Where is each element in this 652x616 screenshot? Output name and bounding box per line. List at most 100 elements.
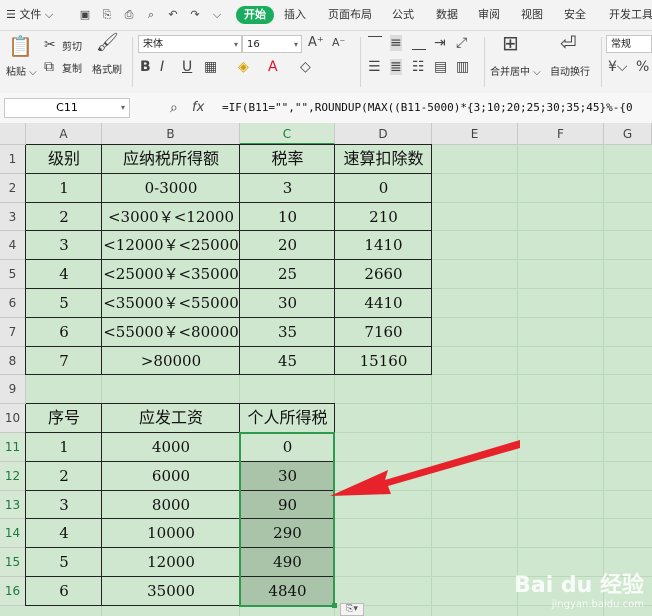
- paste-button[interactable]: 粘贴 ⌵: [6, 63, 37, 78]
- cell-B3[interactable]: <3000￥<12000: [102, 203, 240, 232]
- column-header-G[interactable]: G: [604, 123, 652, 145]
- wrap-text-icon[interactable]: ⏎: [560, 33, 577, 53]
- cell-B11[interactable]: 4000: [102, 433, 240, 462]
- print-preview-icon[interactable]: ⌕: [144, 8, 158, 22]
- menu-file[interactable]: ☰ 文件 ⌵: [6, 0, 53, 30]
- export-pdf-icon[interactable]: ⎘: [100, 8, 114, 22]
- fx-icon[interactable]: fx: [192, 100, 204, 116]
- align-center-icon[interactable]: ≣: [390, 59, 402, 75]
- tab-formulas[interactable]: 公式: [392, 0, 414, 30]
- number-format-select[interactable]: 常规: [606, 35, 652, 53]
- row-header-1[interactable]: 1: [0, 145, 26, 174]
- redo-icon[interactable]: ↷: [188, 8, 202, 22]
- row-header-14[interactable]: 14: [0, 519, 26, 549]
- cell-A2[interactable]: 1: [26, 174, 102, 203]
- cell-B16[interactable]: 35000: [102, 577, 240, 606]
- cell-A16[interactable]: 6: [26, 577, 102, 606]
- increase-font-icon[interactable]: A⁺: [308, 35, 324, 51]
- cell-C14[interactable]: 290: [240, 519, 335, 549]
- cell-B7[interactable]: <55000￥<80000: [102, 318, 240, 347]
- select-all-corner[interactable]: [0, 123, 26, 145]
- cell-A3[interactable]: 2: [26, 203, 102, 232]
- scissors-icon[interactable]: ✂: [44, 37, 56, 53]
- tab-insert[interactable]: 插入: [284, 0, 306, 30]
- cell-A5[interactable]: 4: [26, 260, 102, 289]
- row-header-11[interactable]: 11: [0, 433, 26, 462]
- tab-data[interactable]: 数据: [436, 0, 458, 30]
- cell-D2[interactable]: 0: [335, 174, 432, 203]
- column-header-D[interactable]: D: [335, 123, 432, 145]
- cell-A8[interactable]: 7: [26, 347, 102, 376]
- cell-C15[interactable]: 490: [240, 548, 335, 577]
- font-color-icon[interactable]: A: [268, 59, 278, 75]
- cell-A1[interactable]: 级别: [26, 145, 102, 174]
- copy-icon[interactable]: ⧉: [44, 59, 54, 75]
- row-header-7[interactable]: 7: [0, 317, 26, 347]
- row-header-8[interactable]: 8: [0, 346, 26, 376]
- cell-D4[interactable]: 1410: [335, 231, 432, 260]
- print-icon[interactable]: ⎙: [122, 8, 136, 22]
- cell-D6[interactable]: 4410: [335, 289, 432, 318]
- cell-D8[interactable]: 15160: [335, 347, 432, 376]
- cell-C13[interactable]: 90: [240, 490, 335, 520]
- cell-B6[interactable]: <35000￥<55000: [102, 289, 240, 318]
- name-box[interactable]: C11 ▾: [4, 98, 130, 118]
- tab-security[interactable]: 安全: [564, 0, 586, 30]
- align-right-icon[interactable]: ☷: [412, 59, 425, 75]
- row-header-13[interactable]: 13: [0, 490, 26, 520]
- cell-A13[interactable]: 3: [26, 491, 102, 520]
- cell-B1[interactable]: 应纳税所得额: [102, 145, 240, 174]
- cell-C2[interactable]: 3: [240, 174, 335, 203]
- tab-page-layout[interactable]: 页面布局: [328, 0, 372, 30]
- column-header-B[interactable]: B: [102, 123, 240, 145]
- row-header-3[interactable]: 3: [0, 202, 26, 232]
- tab-review[interactable]: 审阅: [478, 0, 500, 30]
- row-header-16[interactable]: 16: [0, 577, 26, 606]
- row-header-9[interactable]: 9: [0, 375, 26, 405]
- tab-home[interactable]: 开始: [236, 6, 274, 24]
- paste-icon[interactable]: 📋: [8, 35, 33, 57]
- merge-icon[interactable]: ⊞: [502, 33, 519, 53]
- cell-B8[interactable]: >80000: [102, 347, 240, 376]
- cell-C4[interactable]: 20: [240, 231, 335, 260]
- row-header-12[interactable]: 12: [0, 461, 26, 491]
- cell-A6[interactable]: 5: [26, 289, 102, 318]
- cell-A4[interactable]: 3: [26, 231, 102, 260]
- cell-B13[interactable]: 8000: [102, 491, 240, 520]
- align-left-icon[interactable]: ☰: [368, 59, 381, 75]
- cell-D5[interactable]: 2660: [335, 260, 432, 289]
- cell-A14[interactable]: 4: [26, 519, 102, 548]
- percent-icon[interactable]: %: [636, 59, 649, 75]
- copy-button[interactable]: 复制: [62, 60, 82, 75]
- format-painter-button[interactable]: 格式刷: [92, 61, 122, 76]
- cell-A11[interactable]: 1: [26, 433, 102, 462]
- cell-B2[interactable]: 0-3000: [102, 174, 240, 203]
- cell-C10[interactable]: 个人所得税: [240, 404, 335, 433]
- cell-C3[interactable]: 10: [240, 203, 335, 232]
- clear-format-icon[interactable]: ◇: [300, 59, 311, 75]
- bold-icon[interactable]: B: [140, 59, 151, 75]
- font-name-select[interactable]: 宋体 ▾: [138, 35, 242, 53]
- cell-B14[interactable]: 10000: [102, 519, 240, 548]
- paste-options-icon[interactable]: ⎘▾: [340, 603, 364, 616]
- cell-D3[interactable]: 210: [335, 203, 432, 232]
- column-header-E[interactable]: E: [432, 123, 518, 145]
- row-header-15[interactable]: 15: [0, 548, 26, 577]
- cell-B10[interactable]: 应发工资: [102, 404, 240, 433]
- save-icon[interactable]: ▣: [78, 8, 92, 22]
- cell-C11[interactable]: 0: [240, 433, 335, 462]
- border-icon[interactable]: ▦: [204, 59, 217, 75]
- column-header-A[interactable]: A: [26, 123, 102, 145]
- column-header-F[interactable]: F: [518, 123, 604, 145]
- row-header-5[interactable]: 5: [0, 260, 26, 289]
- orientation-icon[interactable]: ⤢: [456, 35, 467, 51]
- fill-handle[interactable]: [332, 602, 337, 608]
- align-bottom-icon[interactable]: ⎽: [412, 35, 426, 51]
- cell-C8[interactable]: 45: [240, 347, 335, 376]
- row-header-10[interactable]: 10: [0, 404, 26, 433]
- fill-color-icon[interactable]: ◈: [238, 59, 249, 75]
- cell-A12[interactable]: 2: [26, 462, 102, 491]
- tab-view[interactable]: 视图: [521, 0, 543, 30]
- cell-A10[interactable]: 序号: [26, 404, 102, 433]
- cut-button[interactable]: 剪切: [62, 38, 82, 53]
